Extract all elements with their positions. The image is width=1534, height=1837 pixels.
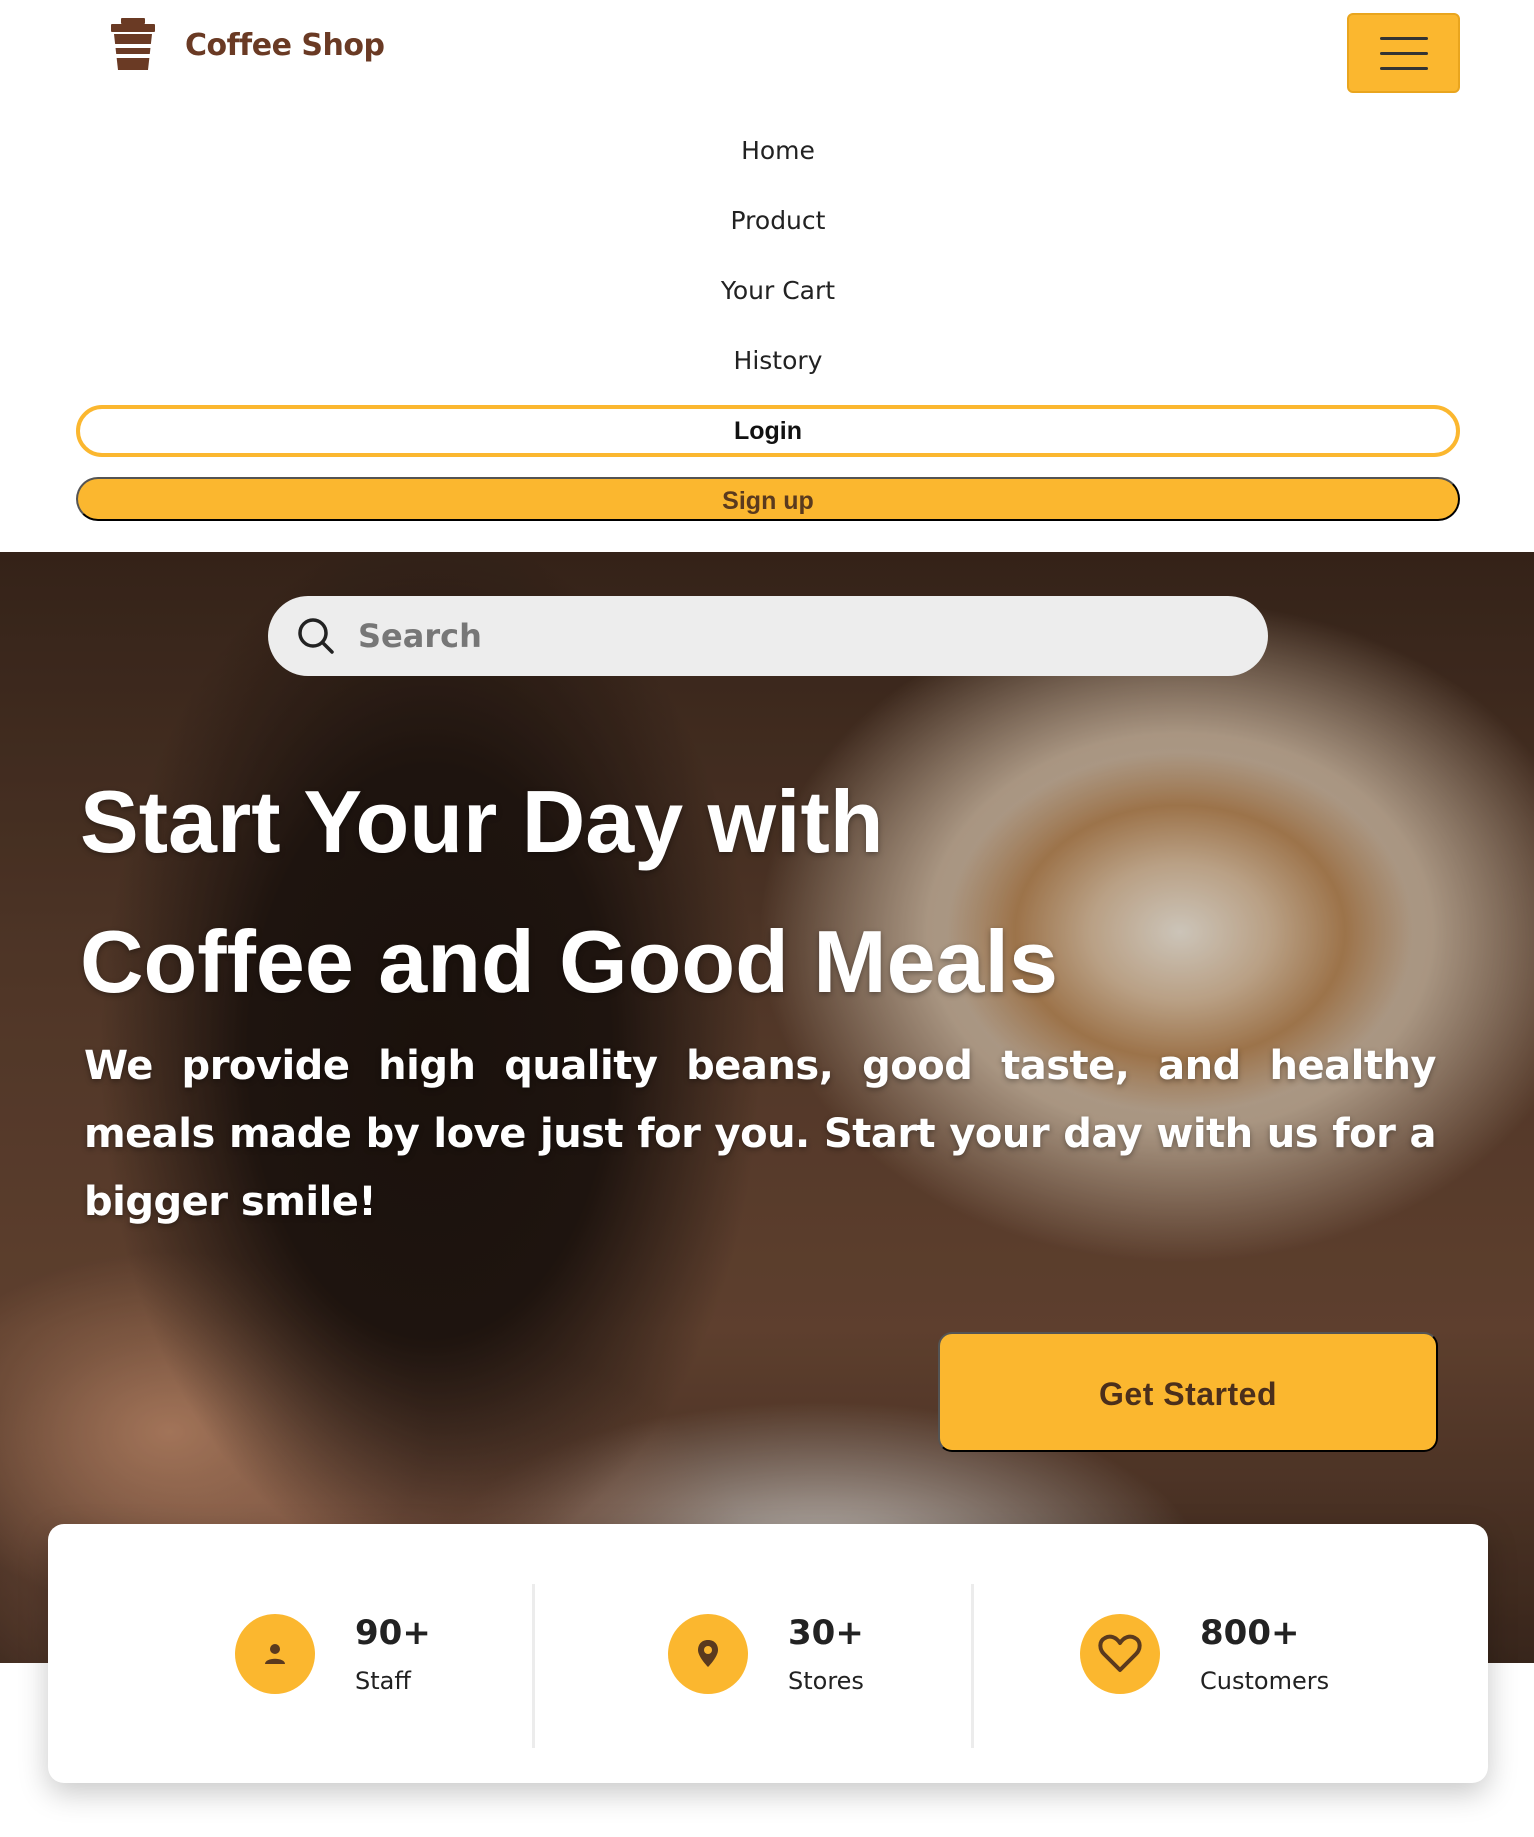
stat-value: 800+	[1200, 1612, 1300, 1653]
get-started-button[interactable]: Get Started	[938, 1332, 1438, 1452]
nav-link-your-cart[interactable]: Your Cart	[0, 266, 1534, 336]
search-icon	[298, 618, 334, 654]
hamburger-icon-bar	[1379, 66, 1428, 70]
navbar: Coffee Shop Home Product Your Cart Histo…	[0, 0, 1534, 552]
hero-section: Start Your Day with Coffee and Good Meal…	[0, 552, 1534, 1663]
location-pin-icon	[668, 1613, 748, 1694]
hero-description: We provide high quality beans, good tast…	[84, 1043, 1437, 1225]
hero-title-line2: Coffee and Good Meals	[80, 912, 1058, 1011]
nav-link-home[interactable]: Home	[0, 126, 1534, 196]
menu-toggle-button[interactable]	[1347, 13, 1460, 93]
heart-icon	[1080, 1613, 1160, 1694]
stat-label: Customers	[1200, 1666, 1330, 1695]
nav-link-history[interactable]: History	[0, 336, 1534, 406]
stat-value: 30+	[788, 1612, 864, 1653]
stat-label: Staff	[355, 1666, 411, 1695]
hamburger-icon-bar	[1379, 36, 1428, 40]
stat-value: 90+	[355, 1612, 431, 1653]
nav-link-product[interactable]: Product	[0, 196, 1534, 266]
search-input[interactable]	[358, 617, 1218, 655]
brand-name: Coffee Shop	[185, 27, 385, 63]
hamburger-icon-bar	[1379, 51, 1428, 55]
stats-card: 90+ Staff 30+ Stores 800+ Customers	[48, 1524, 1488, 1783]
brand-link[interactable]: Coffee Shop	[107, 18, 385, 72]
hero-title: Start Your Day with Coffee and Good Meal…	[80, 752, 1380, 1032]
person-icon	[235, 1613, 315, 1694]
stat-stores: 30+ Stores	[668, 1524, 864, 1783]
stat-label: Stores	[788, 1666, 864, 1695]
signup-button[interactable]: Sign up	[76, 477, 1460, 521]
divider	[971, 1584, 974, 1748]
search-bar[interactable]	[268, 596, 1268, 676]
hero-title-line1: Start Your Day with	[80, 772, 884, 871]
nav-menu: Home Product Your Cart History	[0, 126, 1534, 406]
coffee-cup-icon	[111, 18, 155, 70]
stat-staff: 90+ Staff	[235, 1524, 431, 1783]
stat-customers: 800+ Customers	[1080, 1524, 1329, 1783]
login-button[interactable]: Login	[76, 405, 1460, 457]
divider	[532, 1584, 535, 1748]
